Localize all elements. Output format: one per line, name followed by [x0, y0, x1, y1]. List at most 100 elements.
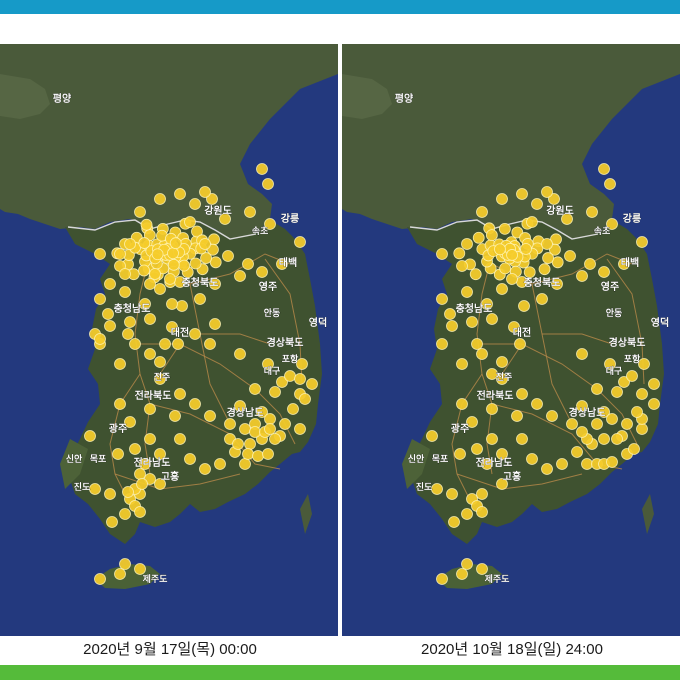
- dot-marker-icon: [476, 348, 488, 360]
- map-label-jeju: 제주도: [143, 573, 169, 585]
- dot-marker-icon: [431, 483, 443, 495]
- dot-marker-icon: [506, 273, 518, 285]
- dot-marker-icon: [204, 338, 216, 350]
- korea-map-left: 평양속초 강원도강릉충청북도 태백영주충청남도영덕 안동경상북도 대전포항전주 대구전라북…: [0, 44, 338, 636]
- dot-marker-icon: [154, 356, 166, 368]
- dot-marker-icon: [498, 222, 511, 235]
- dot-marker-icon: [249, 426, 261, 438]
- dot-marker-icon: [119, 286, 131, 298]
- dot-marker-icon: [284, 370, 296, 382]
- dot-marker-icon: [294, 236, 306, 248]
- dot-marker-icon: [144, 403, 156, 415]
- map-label-daegu: 대구: [606, 365, 623, 377]
- dot-marker-icon: [436, 573, 448, 585]
- map-label-daejeon: 대전: [513, 326, 531, 339]
- dot-marker-icon: [448, 516, 460, 528]
- dot-marker-icon: [174, 433, 186, 445]
- map-label-jeonnam: 전라남도: [476, 456, 513, 469]
- dot-marker-icon: [581, 458, 593, 470]
- dot-marker-icon: [591, 383, 603, 395]
- dot-marker-icon: [598, 266, 610, 278]
- dot-marker-icon: [496, 356, 508, 368]
- map-label-jeonnam: 전라남도: [134, 456, 171, 469]
- dot-marker-icon: [224, 418, 236, 430]
- dot-marker-icon: [476, 563, 488, 575]
- map-label-daejeon: 대전: [171, 326, 189, 339]
- dot-marker-icon: [269, 386, 281, 398]
- dot-marker-icon: [306, 378, 318, 390]
- dot-marker-icon: [456, 260, 468, 272]
- dot-marker-icon: [134, 206, 146, 218]
- dot-marker-icon: [204, 410, 216, 422]
- dot-marker-icon: [94, 573, 106, 585]
- dot-marker-icon: [426, 430, 438, 442]
- map-label-gangneung: 강릉: [281, 212, 299, 225]
- dot-marker-icon: [244, 438, 256, 450]
- dot-marker-icon: [269, 433, 281, 445]
- dot-marker-icon: [174, 388, 186, 400]
- dot-marker-icon: [119, 268, 131, 280]
- map-label-jindo: 진도: [74, 481, 91, 493]
- dot-marker-icon: [476, 488, 488, 500]
- dot-marker-icon: [621, 418, 633, 430]
- dot-marker-icon: [176, 300, 188, 312]
- dot-marker-icon: [174, 188, 186, 200]
- dot-marker-icon: [531, 198, 543, 210]
- dot-marker-icon: [471, 338, 483, 350]
- dot-marker-icon: [262, 448, 274, 460]
- dot-marker-icon: [516, 188, 528, 200]
- dot-marker-icon: [122, 486, 134, 498]
- map-label-yeongju: 영주: [259, 280, 277, 293]
- dot-marker-icon: [461, 508, 473, 520]
- dot-marker-icon: [486, 313, 498, 325]
- dot-marker-icon: [252, 450, 264, 462]
- dot-marker-icon: [636, 423, 648, 435]
- map-panel-right: 평양 속초 강원도 강릉 충청북도 태백 영주 충청남도 영덕 안동 경상북도 대전 포항 전주 대구 전라북…: [342, 44, 680, 636]
- map-label-jeonju: 전주: [154, 371, 171, 383]
- map-label-andong: 안동: [606, 308, 623, 319]
- dot-marker-icon: [232, 438, 244, 450]
- dot-marker-icon: [169, 237, 182, 250]
- dot-marker-icon: [262, 178, 274, 190]
- dot-marker-icon: [154, 193, 166, 205]
- dot-marker-icon: [486, 403, 498, 415]
- dot-marker-icon: [151, 248, 164, 261]
- map-label-jeonbuk: 전라북도: [135, 389, 172, 402]
- dot-marker-icon: [526, 453, 538, 465]
- dot-marker-icon: [144, 313, 156, 325]
- map-label-gwangju: 광주: [451, 423, 469, 435]
- dot-marker-icon: [94, 333, 106, 345]
- dot-marker-icon: [144, 278, 156, 290]
- dot-marker-icon: [178, 259, 191, 272]
- dot-marker-icon: [485, 229, 498, 242]
- dot-marker-icon: [199, 186, 211, 198]
- dot-marker-icon: [516, 388, 528, 400]
- map-label-sinan: 신안: [408, 453, 425, 465]
- dot-marker-icon: [114, 358, 126, 370]
- map-label-yeongdeok: 영덕: [651, 316, 669, 329]
- dot-marker-icon: [584, 258, 596, 270]
- dot-marker-icon: [628, 443, 640, 455]
- dot-marker-icon: [129, 338, 141, 350]
- map-label-yeongju: 영주: [601, 280, 619, 293]
- dot-marker-icon: [102, 308, 114, 320]
- dot-marker-icon: [461, 238, 473, 250]
- dot-marker-icon: [144, 433, 156, 445]
- dot-marker-icon: [94, 248, 106, 260]
- dot-marker-icon: [466, 316, 478, 328]
- map-label-pyongyang: 평양: [53, 92, 72, 105]
- dot-marker-icon: [648, 378, 660, 390]
- map-label-sinan: 신안: [66, 453, 83, 465]
- dot-marker-icon: [189, 198, 201, 210]
- dot-marker-icon: [119, 558, 131, 570]
- dot-marker-icon: [469, 268, 482, 281]
- map-label-pohang: 포항: [282, 353, 299, 365]
- dot-marker-icon: [234, 348, 246, 360]
- dot-marker-icon: [242, 448, 254, 460]
- dot-marker-icon: [541, 186, 553, 198]
- dot-marker-icon: [476, 506, 488, 518]
- dot-marker-icon: [169, 410, 181, 422]
- dot-marker-icon: [586, 206, 598, 218]
- dot-marker-icon: [564, 250, 576, 262]
- dot-marker-icon: [520, 243, 532, 255]
